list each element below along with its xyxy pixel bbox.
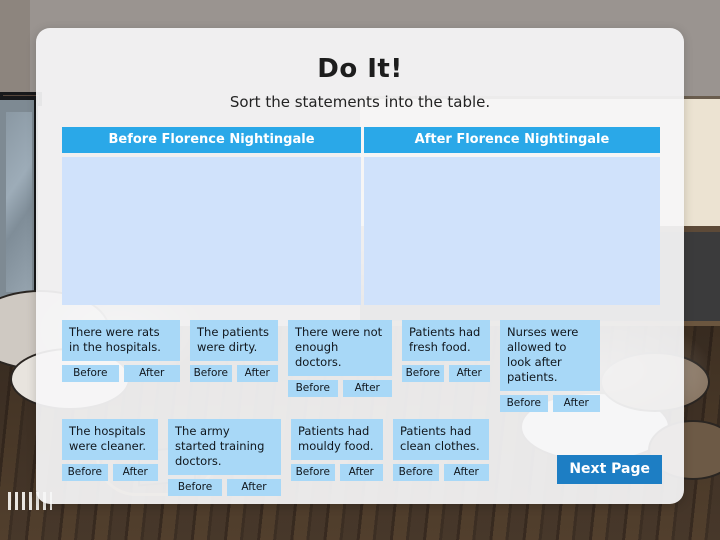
statement-card[interactable]: Patients had fresh food. Before After <box>402 320 490 382</box>
statement-card-text: Patients had clean clothes. <box>393 419 489 460</box>
page-title: Do It! <box>317 54 403 84</box>
statement-card[interactable]: Patients had clean clothes. Before After <box>393 419 489 481</box>
option-before[interactable]: Before <box>62 464 108 481</box>
statement-card-options: Before After <box>62 464 158 481</box>
statement-card-text: Nurses were allowed to look after patien… <box>500 320 600 391</box>
option-before[interactable]: Before <box>168 479 222 496</box>
page-subtitle: Sort the statements into the table. <box>229 93 491 111</box>
option-before[interactable]: Before <box>62 365 119 382</box>
option-before[interactable]: Before <box>393 464 439 481</box>
statement-card-options: Before After <box>291 464 383 481</box>
statement-card-options: Before After <box>500 395 600 412</box>
option-after[interactable]: After <box>443 464 489 481</box>
table-header-after: After Florence Nightingale <box>364 127 660 153</box>
option-after[interactable]: After <box>236 365 278 382</box>
table-header-before: Before Florence Nightingale <box>62 127 361 153</box>
statement-card[interactable]: The army started training doctors. Befor… <box>168 419 281 496</box>
statement-card-row: There were rats in the hospitals. Before… <box>62 320 662 412</box>
dropzone-after[interactable] <box>364 157 660 305</box>
dropzone-before[interactable] <box>62 157 361 305</box>
statement-card-text: The hospitals were cleaner. <box>62 419 158 460</box>
slide-stage: Do It! Sort the statements into the tabl… <box>0 0 720 540</box>
sorting-table: Before Florence Nightingale After Floren… <box>62 127 660 305</box>
option-before[interactable]: Before <box>288 380 338 397</box>
option-after[interactable]: After <box>342 380 392 397</box>
table-body-row <box>62 157 660 305</box>
next-page-button[interactable]: Next Page <box>557 455 662 484</box>
statement-card-text: There were not enough doctors. <box>288 320 392 376</box>
option-after[interactable]: After <box>227 479 281 496</box>
statement-card-options: Before After <box>62 365 180 382</box>
statement-card-options: Before After <box>190 365 278 382</box>
statement-card-text: The patients were dirty. <box>190 320 278 361</box>
option-after[interactable]: After <box>123 365 180 382</box>
statement-card-options: Before After <box>402 365 490 382</box>
statement-card[interactable]: The hospitals were cleaner. Before After <box>62 419 158 481</box>
statement-card[interactable]: There were not enough doctors. Before Af… <box>288 320 392 397</box>
slide-panel: Do It! Sort the statements into the tabl… <box>36 28 684 504</box>
statement-card[interactable]: There were rats in the hospitals. Before… <box>62 320 180 382</box>
option-before[interactable]: Before <box>190 365 232 382</box>
statement-card-text: Patients had mouldy food. <box>291 419 383 460</box>
statement-card-text: There were rats in the hospitals. <box>62 320 180 361</box>
option-after[interactable]: After <box>112 464 158 481</box>
statement-card-options: Before After <box>288 380 392 397</box>
statement-card[interactable]: Nurses were allowed to look after patien… <box>500 320 600 412</box>
statement-card-text: The army started training doctors. <box>168 419 281 475</box>
table-header-row: Before Florence Nightingale After Floren… <box>62 127 660 153</box>
statement-card[interactable]: The patients were dirty. Before After <box>190 320 278 382</box>
option-after[interactable]: After <box>552 395 600 412</box>
option-before[interactable]: Before <box>500 395 548 412</box>
option-before[interactable]: Before <box>402 365 444 382</box>
option-after[interactable]: After <box>339 464 383 481</box>
option-before[interactable]: Before <box>291 464 335 481</box>
statement-card-options: Before After <box>393 464 489 481</box>
statement-card-text: Patients had fresh food. <box>402 320 490 361</box>
statement-card-options: Before After <box>168 479 281 496</box>
statement-card[interactable]: Patients had mouldy food. Before After <box>291 419 383 481</box>
option-after[interactable]: After <box>448 365 490 382</box>
